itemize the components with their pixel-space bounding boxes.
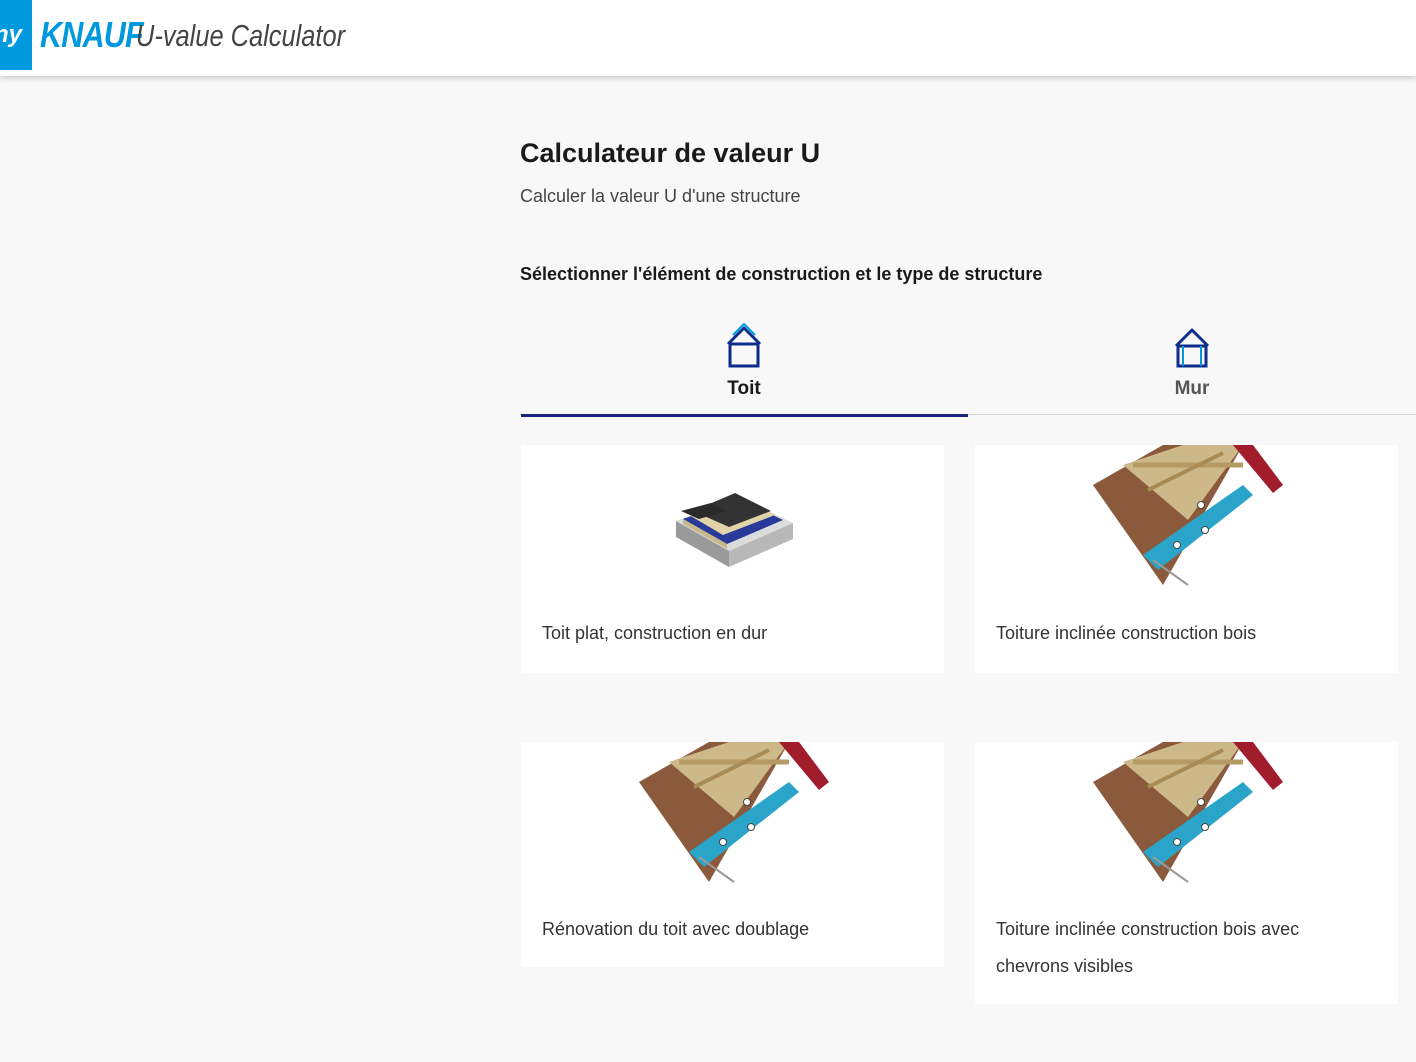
roof-house-icon [726, 323, 762, 368]
app-title: U-value Calculator [136, 18, 346, 53]
tab-roof[interactable]: Toit [520, 318, 968, 417]
app-header: ny KNAUF U-value Calculator [0, 0, 1416, 76]
structure-tabs: Toit Mur [520, 318, 1416, 417]
pitched-roof-image [1093, 445, 1283, 586]
tab-wall[interactable]: Mur [968, 318, 1416, 414]
card-roof-renovation[interactable]: Rénovation du toit avec doublage [521, 742, 944, 967]
section-label: Sélectionner l'élément de construction e… [520, 264, 1043, 284]
card-flat-roof[interactable]: Toit plat, construction en dur [521, 445, 944, 673]
card-pitched-roof-visible-rafters[interactable]: Toiture inclinée construction bois avec … [975, 742, 1398, 1004]
roof-renovation-image [639, 742, 829, 883]
page-title: Calculateur de valeur U [520, 138, 821, 168]
card-label: Toit plat, construction en dur [542, 623, 768, 643]
my-badge-logo[interactable]: ny [0, 0, 32, 70]
wall-house-icon [1174, 328, 1210, 368]
card-pitched-roof[interactable]: Toiture inclinée construction bois [975, 445, 1398, 673]
flat-roof-image [676, 493, 793, 567]
pitched-roof-visible-rafters-image [1093, 742, 1283, 883]
tab-wall-label: Mur [1174, 378, 1210, 399]
card-label: Toiture inclinée construction bois avec … [996, 919, 1300, 976]
page-subtitle: Calculer la valeur U d'une structure [520, 186, 801, 206]
tab-roof-label: Toit [727, 378, 761, 399]
card-label: Rénovation du toit avec doublage [542, 919, 810, 939]
card-label: Toiture inclinée construction bois [996, 623, 1257, 643]
knauf-logo[interactable]: KNAUF [40, 14, 144, 56]
